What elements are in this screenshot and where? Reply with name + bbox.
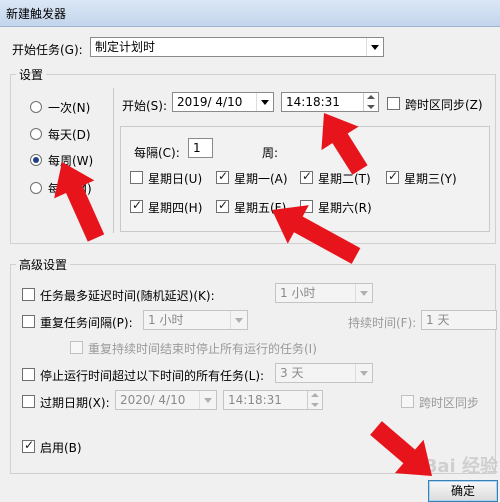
start-time-value: 14:18:31 bbox=[286, 95, 340, 109]
expire-checkbox[interactable] bbox=[22, 395, 35, 408]
radio-daily-label[interactable]: 每天(D) bbox=[48, 126, 91, 143]
expire-time-value: 14:18:31 bbox=[228, 393, 282, 407]
stop-running-label[interactable]: 重复持续时间结束时停止所有运行的任务(I) bbox=[88, 340, 317, 357]
duration-label: 持续时间(F): bbox=[348, 316, 417, 330]
expire-sync-label[interactable]: 跨时区同步 bbox=[419, 394, 479, 411]
radio-once[interactable] bbox=[30, 101, 42, 113]
enabled-label[interactable]: 启用(B) bbox=[40, 439, 82, 456]
stop-value: 3 天 bbox=[280, 366, 304, 380]
repeat-label[interactable]: 重复任务间隔(P): bbox=[40, 314, 133, 331]
spinner-icon[interactable] bbox=[307, 391, 322, 409]
weekday-saturday-checkbox[interactable] bbox=[300, 200, 313, 213]
stop-select[interactable]: 3 天 bbox=[275, 363, 373, 383]
weekday-sunday-label[interactable]: 星期日(U) bbox=[148, 170, 202, 187]
delay-label[interactable]: 任务最多延迟时间(随机延迟)(K): bbox=[40, 287, 215, 304]
chevron-down-icon bbox=[366, 38, 383, 56]
divider bbox=[113, 88, 114, 233]
start-date-picker[interactable]: 2019/ 4/10 bbox=[172, 92, 274, 112]
start-task-label: 开始任务(G): bbox=[12, 43, 83, 57]
radio-daily[interactable] bbox=[30, 128, 42, 140]
weekday-tuesday-checkbox[interactable] bbox=[300, 169, 313, 184]
repeat-checkbox[interactable] bbox=[22, 315, 35, 328]
advanced-legend: 高级设置 bbox=[16, 256, 71, 273]
start-label: 开始(S): bbox=[122, 99, 168, 113]
recur-input[interactable]: 1 bbox=[188, 138, 213, 158]
expire-sync-checkbox[interactable] bbox=[401, 395, 414, 408]
start-date-value: 2019/ 4/10 bbox=[177, 95, 243, 109]
weekday-friday-checkbox[interactable] bbox=[216, 198, 229, 213]
radio-weekly-label[interactable]: 每周(W) bbox=[48, 152, 93, 169]
expire-label[interactable]: 过期日期(X): bbox=[40, 394, 110, 411]
stop-label[interactable]: 停止运行时间超过以下时间的所有任务(L): bbox=[40, 367, 264, 384]
title-bar: 新建触发器 bbox=[0, 0, 500, 27]
radio-monthly-label[interactable]: 每月(M) bbox=[48, 180, 92, 197]
radio-weekly[interactable] bbox=[30, 154, 42, 166]
recur-label: 每隔(C): bbox=[134, 146, 180, 160]
chevron-down-icon bbox=[355, 364, 372, 382]
weekday-friday-label[interactable]: 星期五(F) bbox=[234, 199, 286, 216]
duration-value: 1 天 bbox=[426, 313, 450, 327]
delay-value: 1 小时 bbox=[280, 286, 316, 300]
delay-checkbox[interactable] bbox=[22, 288, 35, 301]
stop-checkbox[interactable] bbox=[22, 368, 35, 381]
duration-select[interactable]: 1 天 bbox=[421, 310, 497, 330]
weekday-saturday-label[interactable]: 星期六(R) bbox=[318, 199, 372, 216]
chevron-down-icon bbox=[199, 391, 216, 409]
weekday-tuesday-label[interactable]: 星期二(T) bbox=[318, 170, 371, 187]
weekday-sunday-checkbox[interactable] bbox=[130, 171, 143, 184]
start-task-select[interactable]: 制定计划时 bbox=[90, 37, 384, 57]
window-title: 新建触发器 bbox=[6, 7, 67, 21]
chevron-down-icon bbox=[230, 311, 247, 329]
expire-date-value: 2020/ 4/10 bbox=[120, 393, 186, 407]
radio-monthly[interactable] bbox=[30, 182, 42, 194]
sync-timezone-label[interactable]: 跨时区同步(Z) bbox=[405, 96, 483, 113]
enabled-checkbox[interactable] bbox=[22, 438, 35, 453]
weekday-monday-checkbox[interactable] bbox=[216, 169, 229, 184]
weekday-wednesday-label[interactable]: 星期三(Y) bbox=[404, 170, 457, 187]
start-task-value: 制定计划时 bbox=[95, 40, 156, 54]
sync-timezone-checkbox[interactable] bbox=[387, 97, 400, 110]
expire-time-input[interactable]: 14:18:31 bbox=[223, 390, 323, 410]
repeat-select[interactable]: 1 小时 bbox=[143, 310, 248, 330]
watermark: Bai 经验 bbox=[423, 456, 498, 477]
chevron-down-icon bbox=[355, 284, 372, 302]
weekday-thursday-checkbox[interactable] bbox=[130, 198, 143, 213]
delay-select[interactable]: 1 小时 bbox=[275, 283, 373, 303]
spinner-icon[interactable] bbox=[363, 93, 378, 111]
weekday-thursday-label[interactable]: 星期四(H) bbox=[148, 199, 202, 216]
settings-legend: 设置 bbox=[16, 66, 47, 83]
chevron-down-icon bbox=[256, 93, 273, 111]
weekday-monday-label[interactable]: 星期一(A) bbox=[234, 170, 288, 187]
start-time-input[interactable]: 14:18:31 bbox=[281, 92, 379, 112]
recur-value: 1 bbox=[193, 141, 201, 155]
stop-running-checkbox[interactable] bbox=[70, 341, 83, 354]
ok-button[interactable]: 确定 bbox=[428, 480, 498, 502]
radio-once-label[interactable]: 一次(N) bbox=[48, 99, 90, 116]
repeat-value: 1 小时 bbox=[148, 313, 184, 327]
expire-date-picker[interactable]: 2020/ 4/10 bbox=[115, 390, 217, 410]
weekday-wednesday-checkbox[interactable] bbox=[386, 169, 399, 184]
recur-unit: 周: bbox=[262, 146, 279, 160]
